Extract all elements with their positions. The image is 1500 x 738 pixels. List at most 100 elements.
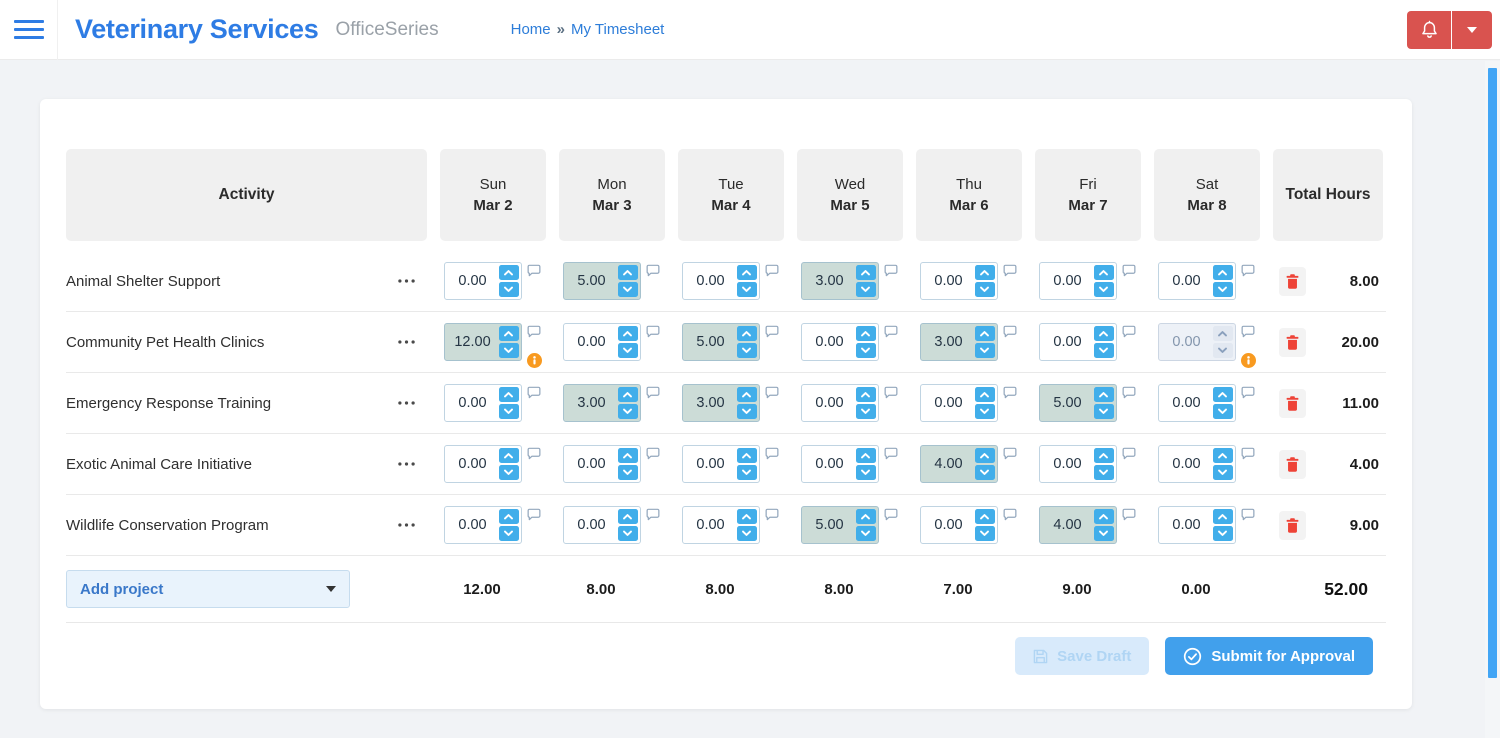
- increment-button[interactable]: [498, 448, 519, 463]
- decrement-button[interactable]: [736, 465, 757, 480]
- comment-icon[interactable]: [527, 386, 541, 399]
- decrement-button[interactable]: [617, 404, 638, 419]
- user-menu-button[interactable]: [1452, 10, 1492, 49]
- increment-button[interactable]: [974, 448, 995, 463]
- breadcrumb-home-link[interactable]: Home: [511, 21, 551, 38]
- increment-button[interactable]: [736, 265, 757, 280]
- decrement-button[interactable]: [974, 404, 995, 419]
- hours-input[interactable]: [684, 273, 737, 289]
- decrement-button[interactable]: [1212, 526, 1233, 541]
- increment-button[interactable]: [1093, 387, 1114, 402]
- increment-button[interactable]: [1212, 326, 1233, 341]
- row-menu-button[interactable]: [396, 275, 417, 287]
- comment-icon[interactable]: [527, 508, 541, 521]
- decrement-button[interactable]: [855, 343, 876, 358]
- decrement-button[interactable]: [1212, 282, 1233, 297]
- increment-button[interactable]: [617, 448, 638, 463]
- increment-button[interactable]: [1093, 509, 1114, 524]
- hours-input[interactable]: [565, 334, 618, 350]
- decrement-button[interactable]: [1212, 465, 1233, 480]
- decrement-button[interactable]: [617, 526, 638, 541]
- hours-input[interactable]: [684, 334, 737, 350]
- row-menu-button[interactable]: [396, 458, 417, 470]
- hours-input[interactable]: [922, 334, 975, 350]
- increment-button[interactable]: [736, 448, 757, 463]
- comment-icon[interactable]: [1122, 508, 1136, 521]
- delete-row-button[interactable]: [1279, 449, 1306, 479]
- hours-input[interactable]: [684, 456, 737, 472]
- decrement-button[interactable]: [498, 465, 519, 480]
- comment-icon[interactable]: [1241, 264, 1255, 277]
- increment-button[interactable]: [974, 509, 995, 524]
- row-menu-button[interactable]: [396, 397, 417, 409]
- decrement-button[interactable]: [855, 465, 876, 480]
- hours-input[interactable]: [1041, 517, 1094, 533]
- hours-input[interactable]: [684, 395, 737, 411]
- hours-input[interactable]: [565, 395, 618, 411]
- hours-input[interactable]: [446, 395, 499, 411]
- hours-input[interactable]: [446, 456, 499, 472]
- comment-icon[interactable]: [646, 325, 660, 338]
- hours-input[interactable]: [1041, 334, 1094, 350]
- delete-row-button[interactable]: [1279, 388, 1306, 418]
- comment-icon[interactable]: [1122, 447, 1136, 460]
- comment-icon[interactable]: [884, 447, 898, 460]
- increment-button[interactable]: [855, 387, 876, 402]
- increment-button[interactable]: [1212, 387, 1233, 402]
- increment-button[interactable]: [617, 326, 638, 341]
- increment-button[interactable]: [736, 326, 757, 341]
- hours-input[interactable]: [565, 456, 618, 472]
- comment-icon[interactable]: [1122, 264, 1136, 277]
- comment-icon[interactable]: [527, 447, 541, 460]
- comment-icon[interactable]: [765, 447, 779, 460]
- increment-button[interactable]: [974, 326, 995, 341]
- decrement-button[interactable]: [974, 343, 995, 358]
- comment-icon[interactable]: [646, 447, 660, 460]
- decrement-button[interactable]: [974, 282, 995, 297]
- hours-input[interactable]: [684, 517, 737, 533]
- comment-icon[interactable]: [765, 386, 779, 399]
- comment-icon[interactable]: [1241, 447, 1255, 460]
- increment-button[interactable]: [974, 387, 995, 402]
- increment-button[interactable]: [855, 509, 876, 524]
- row-menu-button[interactable]: [396, 336, 417, 348]
- comment-icon[interactable]: [884, 386, 898, 399]
- decrement-button[interactable]: [498, 404, 519, 419]
- comment-icon[interactable]: [1003, 447, 1017, 460]
- hours-input[interactable]: [803, 395, 856, 411]
- decrement-button[interactable]: [1093, 465, 1114, 480]
- increment-button[interactable]: [1093, 326, 1114, 341]
- hours-input[interactable]: [803, 273, 856, 289]
- decrement-button[interactable]: [736, 282, 757, 297]
- hours-input[interactable]: [803, 517, 856, 533]
- hours-input[interactable]: [922, 517, 975, 533]
- hours-input[interactable]: [1041, 456, 1094, 472]
- hours-input[interactable]: [1041, 273, 1094, 289]
- decrement-button[interactable]: [498, 282, 519, 297]
- notifications-button[interactable]: [1407, 10, 1451, 49]
- comment-icon[interactable]: [1003, 386, 1017, 399]
- increment-button[interactable]: [1212, 448, 1233, 463]
- comment-icon[interactable]: [1241, 325, 1255, 338]
- decrement-button[interactable]: [974, 465, 995, 480]
- increment-button[interactable]: [1093, 265, 1114, 280]
- comment-icon[interactable]: [765, 325, 779, 338]
- hours-input[interactable]: [1160, 334, 1213, 350]
- comment-icon[interactable]: [1122, 386, 1136, 399]
- hours-input[interactable]: [565, 273, 618, 289]
- decrement-button[interactable]: [498, 343, 519, 358]
- decrement-button[interactable]: [1093, 343, 1114, 358]
- comment-icon[interactable]: [1241, 386, 1255, 399]
- increment-button[interactable]: [617, 265, 638, 280]
- increment-button[interactable]: [498, 387, 519, 402]
- decrement-button[interactable]: [1093, 404, 1114, 419]
- decrement-button[interactable]: [736, 343, 757, 358]
- increment-button[interactable]: [736, 387, 757, 402]
- delete-row-button[interactable]: [1279, 510, 1306, 540]
- increment-button[interactable]: [855, 326, 876, 341]
- decrement-button[interactable]: [1093, 526, 1114, 541]
- hours-input[interactable]: [1160, 517, 1213, 533]
- decrement-button[interactable]: [736, 526, 757, 541]
- increment-button[interactable]: [855, 265, 876, 280]
- decrement-button[interactable]: [855, 526, 876, 541]
